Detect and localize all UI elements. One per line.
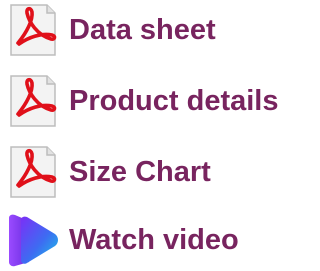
product-details-label: Product details xyxy=(69,84,279,117)
data-sheet-label: Data sheet xyxy=(69,13,216,46)
watch-video-label: Watch video xyxy=(69,223,239,256)
size-chart-link[interactable]: Size Chart xyxy=(3,144,297,200)
download-links-list: Data sheet Product details Size Chart Wa… xyxy=(0,0,300,271)
video-play-icon xyxy=(3,212,63,268)
pdf-file-icon xyxy=(3,144,63,200)
size-chart-label: Size Chart xyxy=(69,155,211,188)
product-details-link[interactable]: Product details xyxy=(3,73,297,129)
watch-video-link[interactable]: Watch video xyxy=(3,212,297,268)
pdf-file-icon xyxy=(3,2,63,58)
data-sheet-link[interactable]: Data sheet xyxy=(3,2,297,58)
pdf-file-icon xyxy=(3,73,63,129)
